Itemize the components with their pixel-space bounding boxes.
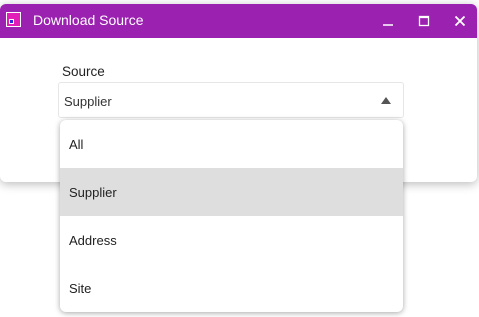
option-label: Address <box>69 232 117 248</box>
option-label: Site <box>69 280 92 296</box>
option-label: All <box>69 136 84 152</box>
title-bar[interactable]: Download Source <box>0 4 477 38</box>
maximize-icon <box>418 15 430 27</box>
option-site[interactable]: Site <box>60 264 403 312</box>
source-dropdown-menu: All Supplier Address Site <box>60 120 403 312</box>
app-icon-inner <box>9 19 14 24</box>
app-icon <box>6 12 21 27</box>
option-label: Supplier <box>69 184 117 200</box>
minimize-icon <box>383 24 393 26</box>
option-all[interactable]: All <box>60 120 403 168</box>
minimize-button[interactable] <box>371 4 405 38</box>
maximize-button[interactable] <box>407 4 441 38</box>
option-supplier[interactable]: Supplier <box>60 168 403 216</box>
screen: Download Source Source Supplier All Supp… <box>0 0 479 317</box>
close-icon <box>454 15 466 27</box>
source-label: Source <box>62 64 105 79</box>
option-address[interactable]: Address <box>60 216 403 264</box>
close-button[interactable] <box>443 4 477 38</box>
source-select-value: Supplier <box>64 94 112 109</box>
caret-up-icon <box>381 97 391 104</box>
window-title: Download Source <box>33 12 144 28</box>
source-select[interactable]: Supplier <box>58 82 404 118</box>
